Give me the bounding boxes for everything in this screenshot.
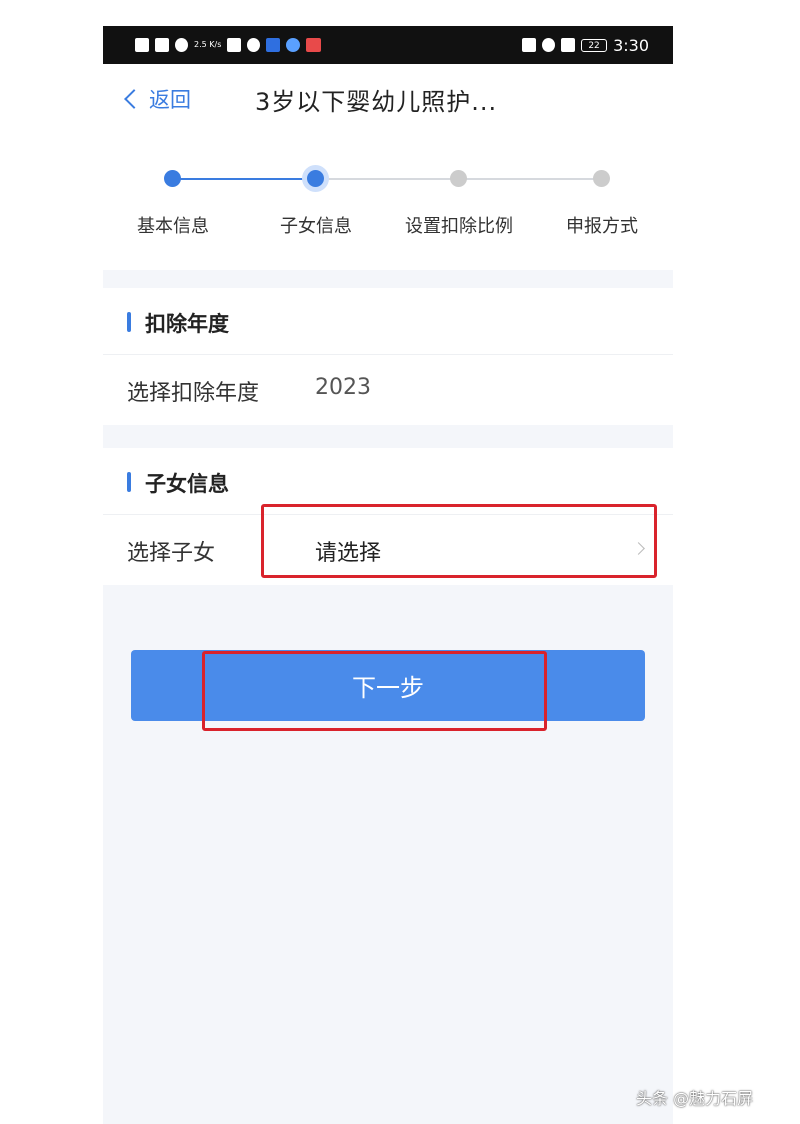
section-accent-bar — [127, 312, 131, 332]
mute-icon — [561, 38, 576, 52]
status-time: 3:30 — [613, 35, 649, 55]
step-label-declaration-method: 申报方式 — [566, 216, 638, 237]
child-info-section: 子女信息 选择子女 请选择 — [103, 448, 673, 585]
select-child-picker[interactable]: 请选择 — [315, 535, 381, 567]
section-header: 扣除年度 — [103, 288, 673, 355]
deduction-year-row[interactable]: 选择扣除年度 2023 — [103, 355, 673, 425]
chevron-left-icon — [124, 89, 144, 109]
step-dot-declaration-method — [593, 170, 610, 187]
chevron-right-icon — [632, 542, 645, 555]
status-left-icons: 2.5 K/s — [135, 38, 322, 52]
step-connector-3 — [459, 178, 602, 180]
app-red-icon — [306, 38, 322, 52]
step-connector-1 — [173, 178, 316, 180]
status-bar: 2.5 K/s 22 3:30 — [103, 26, 673, 64]
deduction-year-value: 2023 — [315, 375, 371, 400]
sim-icon — [135, 38, 149, 52]
nfc-icon — [522, 38, 537, 52]
battery-icon: 22 — [581, 38, 608, 52]
step-label-deduction-ratio: 设置扣除比例 — [405, 216, 513, 237]
status-right-icons: 22 3:30 — [522, 36, 649, 55]
step-dot-basic-info — [164, 170, 181, 187]
network-speed: 2.5 K/s — [194, 40, 222, 49]
watermark: 头条 @魅力石屏 — [636, 1089, 754, 1108]
next-step-button[interactable]: 下一步 — [131, 650, 645, 721]
deduction-year-section: 扣除年度 选择扣除年度 2023 — [103, 288, 673, 425]
step-label-child-info: 子女信息 — [280, 216, 352, 237]
progress-stepper: 基本信息 子女信息 设置扣除比例 申报方式 — [103, 134, 673, 270]
section-title: 子女信息 — [145, 472, 229, 496]
alarm-icon — [542, 38, 556, 52]
signal-icon — [155, 38, 169, 52]
step-label-basic-info: 基本信息 — [137, 216, 209, 237]
back-label: 返回 — [149, 88, 191, 112]
select-child-row[interactable]: 选择子女 请选择 — [103, 515, 673, 585]
app-circle-icon — [286, 38, 301, 52]
step-dot-deduction-ratio — [450, 170, 467, 187]
row-label: 选择子女 — [127, 541, 216, 566]
back-button[interactable]: 返回 — [123, 84, 191, 114]
wifi-icon — [175, 38, 188, 52]
app-notification-icon — [227, 38, 242, 52]
qq-icon — [247, 38, 261, 52]
section-accent-bar — [127, 472, 131, 492]
row-label: 选择扣除年度 — [127, 381, 260, 406]
phone-screen: 2.5 K/s 22 3:30 返回 3岁以下婴幼儿照护... 基本信息 子女信… — [103, 26, 673, 1124]
section-header: 子女信息 — [103, 448, 673, 515]
section-title: 扣除年度 — [145, 312, 229, 336]
app-blue-icon — [266, 38, 281, 52]
step-connector-2 — [316, 178, 459, 180]
next-step-label: 下一步 — [352, 674, 424, 702]
navigation-bar: 返回 3岁以下婴幼儿照护... — [103, 64, 673, 135]
step-dot-child-info — [307, 170, 324, 187]
page-title: 3岁以下婴幼儿照护... — [255, 88, 498, 116]
